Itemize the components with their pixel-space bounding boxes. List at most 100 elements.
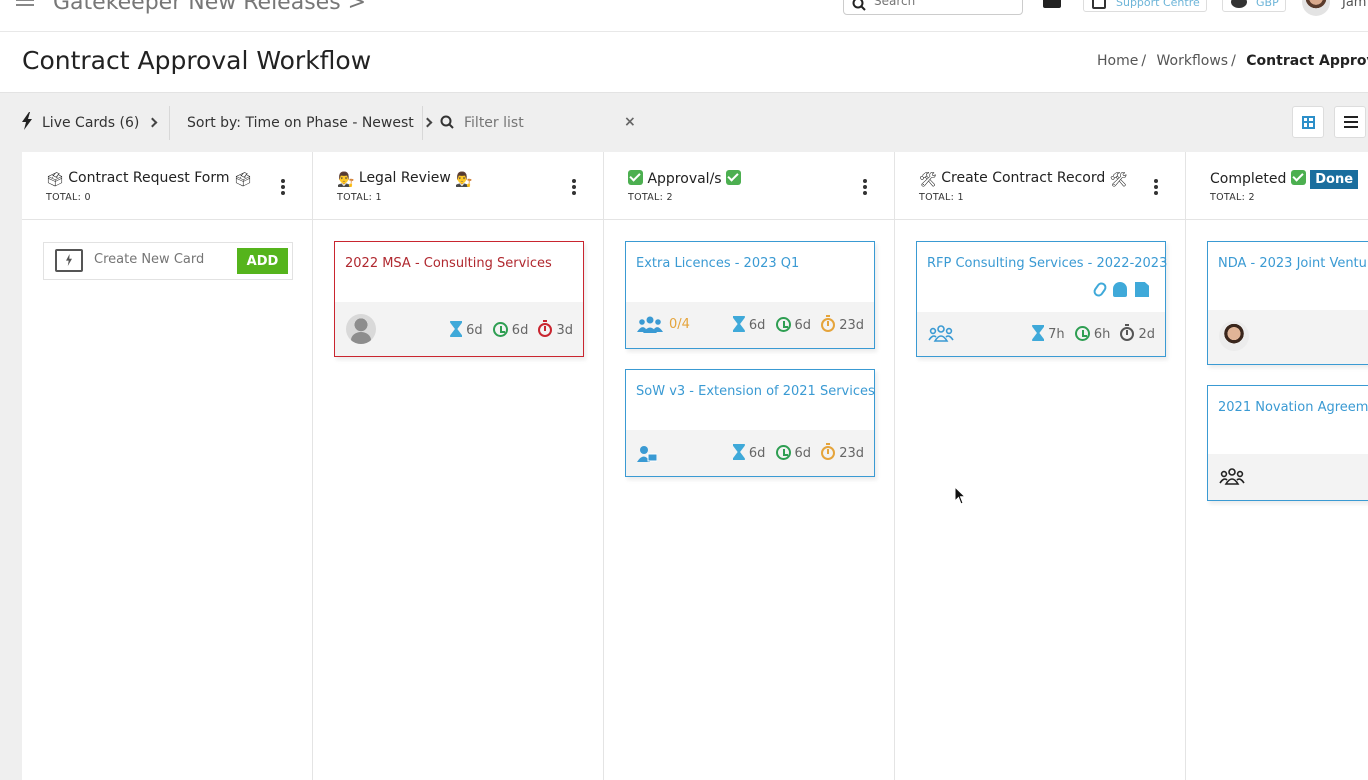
breadcrumb: Home/ Workflows/ Contract Approval Wo <box>1097 53 1368 69</box>
column-create-contract-record: 🛠 Create Contract Record 🛠 TOTAL: 1 RFP … <box>895 152 1186 780</box>
avatar[interactable] <box>1219 321 1249 351</box>
mouse-cursor-icon <box>955 487 967 505</box>
card-footer: 7h 6h 2d <box>917 312 1165 356</box>
list-icon <box>1344 116 1358 131</box>
live-cards-label: Live Cards (6) <box>42 115 140 131</box>
mail-icon[interactable] <box>1043 0 1061 8</box>
create-card-input[interactable] <box>94 252 229 267</box>
column-header: 👨‍⚖️ Legal Review 👨‍⚖️ TOTAL: 1 <box>313 152 604 220</box>
judge-icon: 👨‍⚖️ <box>337 172 355 188</box>
column-header: Approval/s TOTAL: 2 <box>604 152 895 220</box>
sort-by-button[interactable]: Sort by: Time on Phase - Newest <box>187 94 433 152</box>
column-title: 👨‍⚖️ Legal Review 👨‍⚖️ <box>337 170 473 188</box>
avatar[interactable] <box>346 314 376 344</box>
card-footer: 6d 6d 3d <box>335 302 583 356</box>
ballot-box-icon: 🗳 <box>233 172 252 188</box>
support-centre-button[interactable]: Support Centre <box>1083 0 1207 12</box>
approvals-progress: 0/4 <box>669 317 690 332</box>
stopwatch-icon <box>1120 324 1135 341</box>
column-header: 🗳 Contract Request Form 🗳 TOTAL: 0 <box>22 152 313 220</box>
card-title[interactable]: Extra Licences - 2023 Q1 <box>636 256 799 271</box>
global-search[interactable] <box>843 0 1023 15</box>
done-badge: Done <box>1310 170 1359 189</box>
support-centre-label: Support Centre <box>1116 0 1200 9</box>
card-2022-msa[interactable]: 2022 MSA - Consulting Services 6d 6d 3d <box>334 241 584 357</box>
paperclip-icon[interactable] <box>1091 280 1109 299</box>
tools-icon: 🛠 <box>1109 172 1128 188</box>
card-title[interactable]: 2022 MSA - Consulting Services <box>345 256 552 271</box>
card-title[interactable]: SoW v3 - Extension of 2021 Services <box>636 384 875 399</box>
card-title[interactable]: NDA - 2023 Joint Venture <box>1218 256 1368 271</box>
column-total: TOTAL: 2 <box>1210 192 1255 203</box>
lightning-bolt-icon <box>22 112 32 130</box>
column-title: 🛠 Create Contract Record 🛠 <box>919 170 1128 188</box>
group-outline-icon[interactable] <box>928 325 954 342</box>
column-completed: Completed Done TOTAL: 2 NDA - 2023 Joint… <box>1186 152 1368 780</box>
card-sow-v3[interactable]: SoW v3 - Extension of 2021 Services 6d 6… <box>625 369 875 477</box>
kanban-board: 🗳 Contract Request Form 🗳 TOTAL: 0 ADD 👨… <box>22 152 1368 780</box>
card-footer: 6d 6d 23d <box>626 430 874 476</box>
add-card-button[interactable]: ADD <box>237 248 288 274</box>
column-title: Approval/s <box>628 170 742 187</box>
chevron-right-icon <box>422 117 433 128</box>
tools-icon: 🛠 <box>919 172 937 188</box>
hourglass-icon <box>450 321 463 337</box>
column-menu-icon[interactable] <box>281 179 285 197</box>
ballot-box-icon: 🗳 <box>46 172 64 188</box>
clear-filter-icon[interactable]: × <box>624 114 636 130</box>
user-card-icon[interactable] <box>637 445 657 462</box>
column-contract-request-form: 🗳 Contract Request Form 🗳 TOTAL: 0 ADD <box>22 152 313 780</box>
stopwatch-icon <box>821 443 836 460</box>
card-extra-licences[interactable]: Extra Licences - 2023 Q1 0/4 6d 6d 23d <box>625 241 875 349</box>
clock-icon <box>1074 326 1090 341</box>
card-stats: 7h 6h 2d <box>1026 324 1155 342</box>
card-nda-joint-venture[interactable]: NDA - 2023 Joint Venture <box>1207 241 1368 365</box>
board-toolbar: Live Cards (6) Sort by: Time on Phase - … <box>0 94 1368 152</box>
card-rfp-consulting[interactable]: RFP Consulting Services - 2022-2023 7h 6… <box>916 241 1167 357</box>
clock-icon <box>775 445 791 460</box>
search-icon <box>440 115 454 129</box>
column-menu-icon[interactable] <box>863 179 867 197</box>
grid-icon <box>1302 116 1315 129</box>
column-total: TOTAL: 0 <box>46 192 91 203</box>
create-new-card: ADD <box>43 242 293 280</box>
column-approvals: Approval/s TOTAL: 2 Extra Licences - 202… <box>604 152 895 780</box>
live-cards-button[interactable]: Live Cards (6) <box>22 94 158 152</box>
column-total: TOTAL: 1 <box>337 192 382 203</box>
sort-by-label: Sort by: Time on Phase - Newest <box>187 115 414 131</box>
filter-input[interactable] <box>464 115 614 131</box>
chevron-right-icon <box>147 117 158 128</box>
page-title: Contract Approval Workflow <box>22 46 372 75</box>
card-title[interactable]: RFP Consulting Services - 2022-2023 <box>927 256 1167 271</box>
user-name[interactable]: Jam <box>1342 0 1366 10</box>
column-menu-icon[interactable] <box>1154 179 1158 197</box>
group-icon[interactable] <box>637 316 663 333</box>
globe-icon <box>1231 0 1247 8</box>
document-icon[interactable] <box>1135 282 1149 297</box>
stopwatch-icon <box>538 320 553 337</box>
grid-view-button[interactable] <box>1292 106 1324 138</box>
breadcrumb-home[interactable]: Home <box>1097 53 1138 69</box>
list-view-button[interactable] <box>1334 106 1366 138</box>
user-avatar[interactable] <box>1302 0 1330 16</box>
column-header: Completed Done TOTAL: 2 <box>1186 152 1368 220</box>
card-2021-novation[interactable]: 2021 Novation Agreemer <box>1207 385 1368 501</box>
card-title[interactable]: 2021 Novation Agreemer <box>1218 400 1368 415</box>
column-legal-review: 👨‍⚖️ Legal Review 👨‍⚖️ TOTAL: 1 2022 MSA… <box>313 152 604 780</box>
column-title: 🗳 Contract Request Form 🗳 <box>46 170 252 188</box>
check-mark-icon <box>628 170 643 185</box>
top-navigation-bar: Gatekeeper New Releases > Support Centre… <box>0 0 1368 32</box>
column-menu-icon[interactable] <box>572 179 576 197</box>
hamburger-menu-icon[interactable] <box>16 0 34 9</box>
currency-selector[interactable]: GBP <box>1222 0 1286 12</box>
group-outline-icon[interactable] <box>1219 468 1245 485</box>
app-title[interactable]: Gatekeeper New Releases > <box>53 0 366 15</box>
check-mark-icon <box>1290 170 1306 185</box>
clock-icon <box>492 322 508 337</box>
search-icon <box>852 0 866 11</box>
card-stats: 6d 6d 3d <box>444 320 573 338</box>
search-input[interactable] <box>874 0 1014 8</box>
column-total: TOTAL: 2 <box>628 192 673 203</box>
user-remove-icon[interactable] <box>1112 282 1127 297</box>
breadcrumb-workflows[interactable]: Workflows <box>1157 53 1229 69</box>
